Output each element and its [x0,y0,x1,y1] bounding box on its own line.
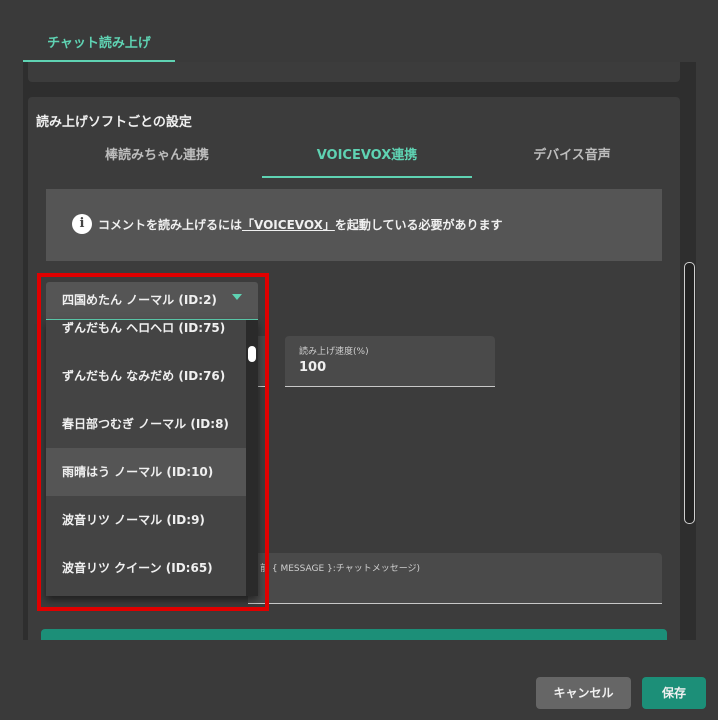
reading-speed-value: 100 [299,360,327,375]
tab-chat-reading[interactable]: チャット読み上げ [23,22,175,62]
info-text-after: を起動している必要があります [334,218,503,232]
settings-title: 読み上げソフトごとの設定 [36,115,192,130]
save-button[interactable]: 保存 [642,677,706,709]
info-text: コメントを読み上げるには「VOICEVOX」を起動している必要があります [98,216,503,233]
content-scrollbar[interactable] [684,262,695,524]
sub-tab-underline [262,176,472,178]
tab-chat-reading-label: チャット読み上げ [47,36,151,51]
template-hint: 前 { MESSAGE }:チャットメッセージ) [260,561,420,574]
reading-speed-label: 読み上げ速度(%) [299,347,369,357]
test-reading-button[interactable] [41,629,667,640]
info-icon: i [72,214,92,234]
tab-voicevox[interactable]: VOICEVOX連携 [262,141,472,179]
info-alert: i コメントを読み上げるには「VOICEVOX」を起動している必要があります [46,189,662,261]
tab-bouyomi[interactable]: 棒読みちゃん連携 [52,141,262,179]
tab-device-voice[interactable]: デバイス音声 [467,141,677,179]
info-text-before: コメントを読み上げるには [98,218,243,232]
cancel-button[interactable]: キャンセル [536,677,631,709]
voicevox-link-text: 「VOICEVOX」 [242,218,335,232]
previous-settings-card [28,62,680,82]
highlight-box [37,273,269,611]
reading-speed-field[interactable]: 読み上げ速度(%) 100 [285,336,495,387]
reading-template-field[interactable]: 前 { MESSAGE }:チャットメッセージ) [248,553,662,604]
template-hint-text: { MESSAGE }:チャットメッセージ) [271,564,421,574]
